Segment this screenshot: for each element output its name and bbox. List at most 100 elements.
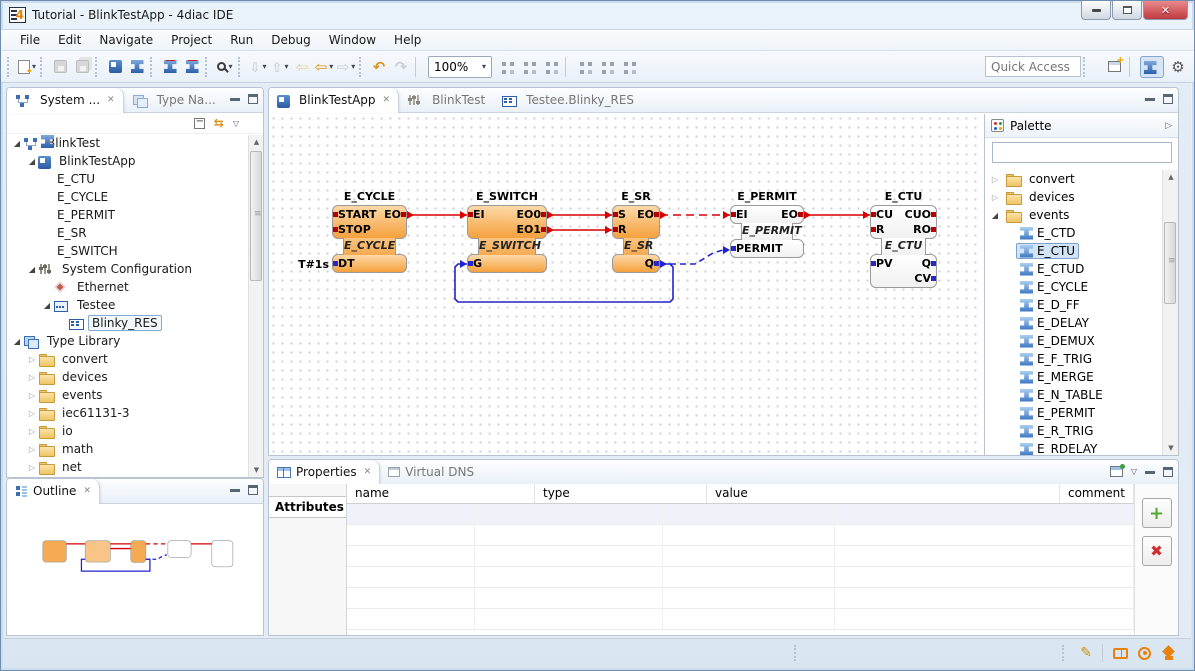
layout-horizontal-button[interactable] <box>496 56 518 78</box>
tree-item-e-sr[interactable]: E_SR <box>7 224 263 242</box>
event-output-pin[interactable] <box>654 212 659 217</box>
view-menu-icon[interactable]: ▽ <box>1131 467 1137 476</box>
scrollbar-thumb[interactable] <box>250 151 262 281</box>
toolbar-handle[interactable] <box>7 57 14 77</box>
toolbar-handle[interactable] <box>205 57 212 77</box>
layout-vertical-button[interactable] <box>518 56 540 78</box>
back-button[interactable] <box>313 56 335 78</box>
collapse-all-icon[interactable] <box>194 118 205 129</box>
event-input-pin[interactable] <box>333 212 338 217</box>
table-row[interactable] <box>347 546 1134 567</box>
column-header[interactable]: comment <box>1060 484 1134 503</box>
tree-expand-icon[interactable] <box>989 211 1001 220</box>
fb-e-sr[interactable]: E_SR SEO R E_SR Q <box>612 190 660 273</box>
comment-cell[interactable] <box>835 546 1134 566</box>
maximize-view-icon[interactable] <box>248 485 258 495</box>
palette-item-e-merge[interactable]: E_MERGE <box>985 368 1162 386</box>
table-row[interactable] <box>347 588 1134 609</box>
tree-expand-icon[interactable] <box>989 193 1001 202</box>
align-center-button[interactable] <box>596 56 618 78</box>
name-cell[interactable] <box>347 588 475 608</box>
scroll-up-icon[interactable]: ▲ <box>249 135 264 149</box>
redo-button[interactable] <box>390 56 412 78</box>
tree-item-iec61131-3[interactable]: iec61131-3 <box>7 404 263 422</box>
tutorial-cap-icon[interactable] <box>1161 647 1177 660</box>
outline-thumbnail[interactable] <box>7 504 263 634</box>
palette-item-e-cycle[interactable]: E_CYCLE <box>985 278 1162 296</box>
align-left-button[interactable] <box>574 56 596 78</box>
type-cell[interactable] <box>475 504 663 524</box>
tree-expand-icon[interactable] <box>26 409 38 418</box>
tree-expand-icon[interactable] <box>26 391 38 400</box>
value-cell[interactable] <box>663 588 835 608</box>
close-button[interactable]: ✕ <box>1143 1 1188 20</box>
tab-virtual-dns[interactable]: Virtual DNS <box>380 460 482 485</box>
name-cell[interactable] <box>347 567 475 587</box>
align-distribute-button[interactable] <box>618 56 640 78</box>
event-output-pin[interactable] <box>931 212 936 217</box>
palette-item-e-ctu[interactable]: E_CTU <box>985 242 1162 260</box>
event-output-pin[interactable] <box>541 212 546 217</box>
fb-network-canvas[interactable]: E_CYCLE STARTEO STOP E_CYCLE DT T#1s E_S… <box>269 114 982 455</box>
event-output-pin[interactable] <box>931 227 936 232</box>
tab-outline[interactable]: Outline ✕ <box>7 479 100 504</box>
event-output-pin[interactable] <box>401 212 406 217</box>
fb-e-ctu[interactable]: E_CTU CUCUO RRO E_CTU PVQ CV <box>870 190 937 288</box>
toolbar-handle[interactable] <box>40 57 47 77</box>
minimize-view-icon[interactable] <box>1145 97 1155 101</box>
minimize-view-icon[interactable] <box>230 488 240 492</box>
type-cell[interactable] <box>475 525 663 545</box>
toolbar-handle[interactable] <box>359 57 366 77</box>
tab-system-management[interactable]: System ... ✕ <box>7 88 124 113</box>
event-input-pin[interactable] <box>731 212 736 217</box>
back-history-button[interactable] <box>291 56 313 78</box>
name-cell[interactable] <box>347 504 475 524</box>
data-input-pin[interactable] <box>333 261 338 266</box>
system-perspective-button[interactable] <box>1140 56 1164 78</box>
value-cell[interactable] <box>663 567 835 587</box>
menu-file[interactable]: File <box>11 31 49 49</box>
quick-access-input[interactable] <box>985 56 1081 77</box>
type-cell[interactable] <box>475 567 663 587</box>
toolbar-handle[interactable] <box>238 57 245 77</box>
tree-expand-icon[interactable] <box>26 265 38 274</box>
data-input-pin[interactable] <box>871 261 876 266</box>
tab-type-navigator[interactable]: Type Na... <box>124 88 224 113</box>
event-input-pin[interactable] <box>468 212 473 217</box>
value-cell[interactable] <box>663 546 835 566</box>
event-input-pin[interactable] <box>871 227 876 232</box>
table-row[interactable] <box>347 567 1134 588</box>
dropdown-arrow-icon[interactable] <box>228 62 232 71</box>
tree-item-type-library[interactable]: Type Library <box>7 332 263 350</box>
palette-item-e-ctud[interactable]: E_CTUD <box>985 260 1162 278</box>
toolbar-handle[interactable] <box>150 57 157 77</box>
palette-scrollbar[interactable]: ▲ ▼ <box>1162 170 1178 455</box>
toolbar-handle[interactable] <box>95 57 102 77</box>
tree-item-testee[interactable]: Testee <box>7 296 263 314</box>
save-all-button[interactable] <box>71 56 93 78</box>
tree-item-blinky-res[interactable]: Blinky_RES <box>7 314 263 332</box>
dropdown-arrow-icon[interactable] <box>262 62 266 71</box>
palette-item-e-permit[interactable]: E_PERMIT <box>985 404 1162 422</box>
tree-item-system-configuration[interactable]: System Configuration <box>7 260 263 278</box>
tree-expand-icon[interactable] <box>26 445 38 454</box>
help-badge-icon[interactable] <box>1138 647 1151 660</box>
menu-run[interactable]: Run <box>221 31 262 49</box>
name-cell[interactable] <box>347 609 475 629</box>
value-cell[interactable] <box>663 504 835 524</box>
column-header[interactable]: name <box>347 484 535 503</box>
event-input-pin[interactable] <box>871 212 876 217</box>
tree-item-ethernet[interactable]: Ethernet <box>7 278 263 296</box>
data-output-pin[interactable] <box>931 261 936 266</box>
editor-tab-testee-blinky-res[interactable]: Testee.Blinky_RES <box>493 88 642 113</box>
tree-item-math[interactable]: math <box>7 440 263 458</box>
zoom-combobox[interactable]: 100% ▾ <box>428 56 492 78</box>
palette-flyout-icon[interactable]: ▷ <box>1165 121 1172 131</box>
tree-item-events[interactable]: events <box>7 386 263 404</box>
pin-editor-icon[interactable] <box>1110 466 1123 477</box>
tree-expand-icon[interactable] <box>26 355 38 364</box>
menu-debug[interactable]: Debug <box>262 31 319 49</box>
menu-help[interactable]: Help <box>385 31 430 49</box>
palette-item-e-n-table[interactable]: E_N_TABLE <box>985 386 1162 404</box>
dropdown-arrow-icon[interactable] <box>329 62 333 71</box>
